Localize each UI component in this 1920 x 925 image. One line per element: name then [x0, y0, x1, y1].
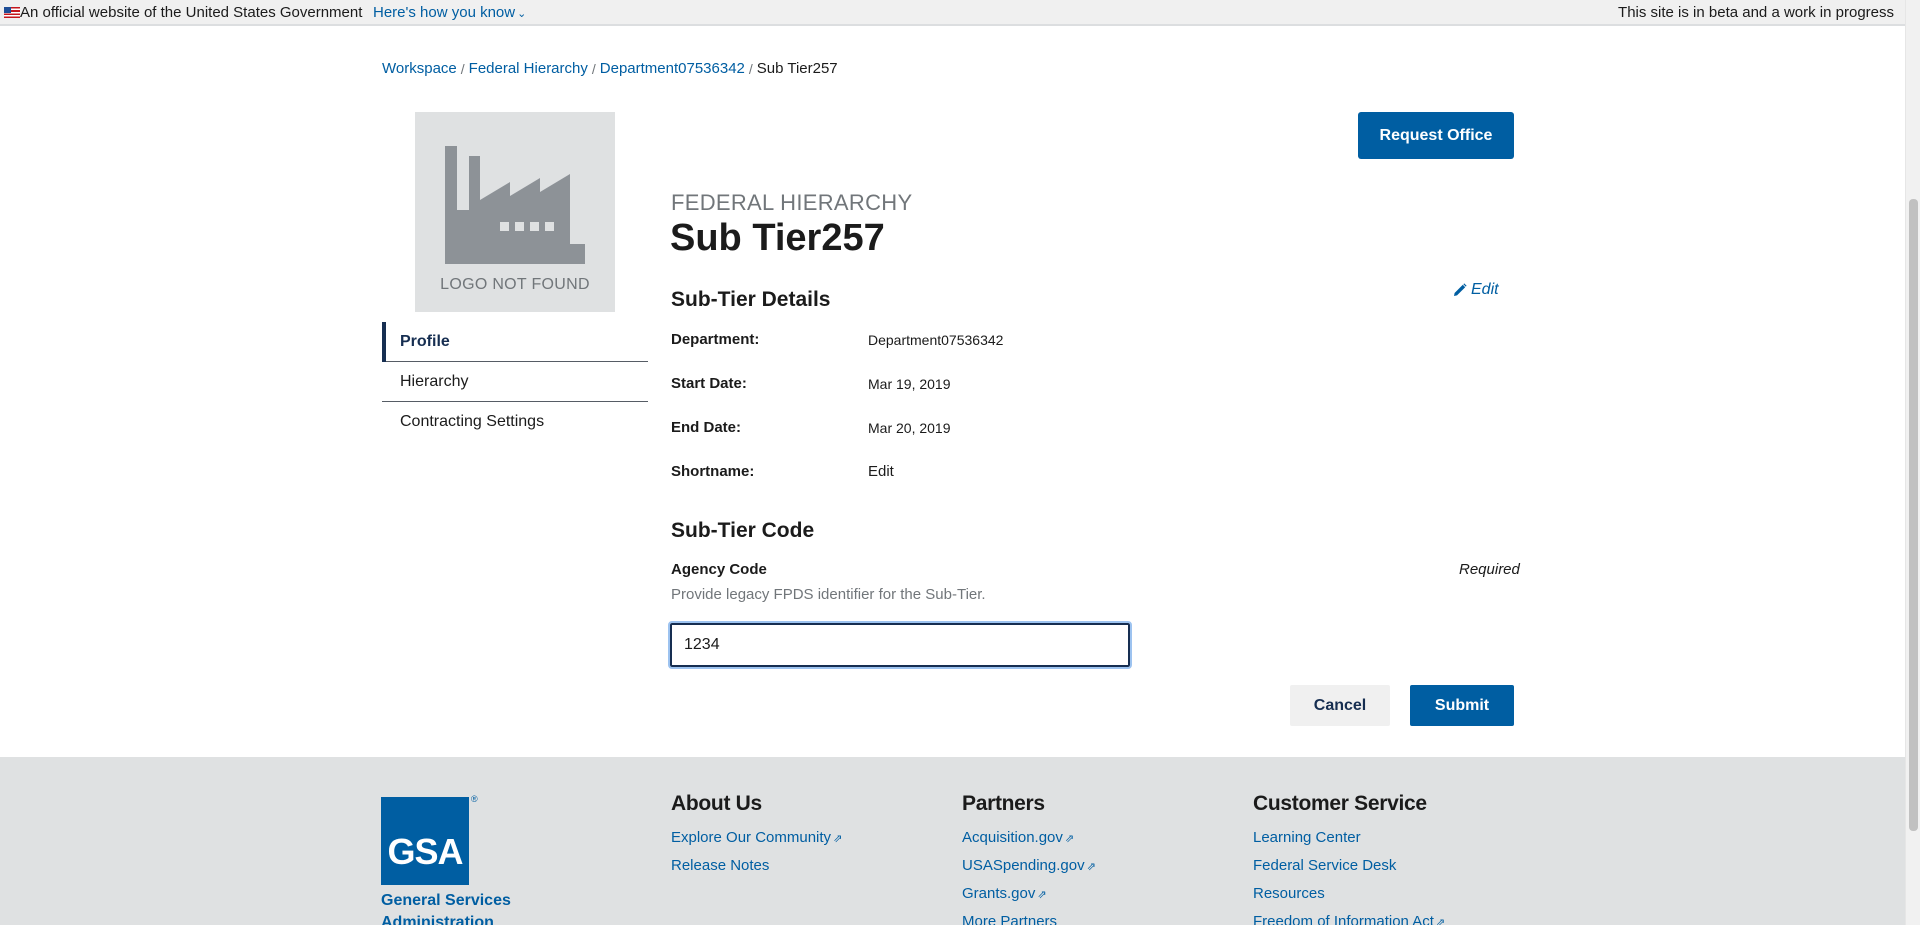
breadcrumb-current: Sub Tier257 — [756, 60, 838, 77]
chevron-down-icon: ⌄ — [517, 8, 527, 20]
edit-details-link[interactable]: Edit — [1453, 281, 1499, 299]
footer-link-label: Grants.gov — [962, 885, 1036, 902]
request-office-button[interactable]: Request Office — [1358, 112, 1514, 159]
footer-link-label: Resources — [1253, 885, 1325, 902]
footer-heading-customer-service: Customer Service — [1253, 792, 1427, 815]
footer-link-label: Learning Center — [1253, 829, 1361, 846]
page-eyebrow: FEDERAL HIERARCHY — [671, 190, 913, 215]
breadcrumb-workspace[interactable]: Workspace — [382, 60, 457, 77]
scrollbar-thumb[interactable] — [1909, 199, 1918, 831]
edit-label: Edit — [1471, 281, 1499, 298]
cancel-button[interactable]: Cancel — [1290, 685, 1390, 726]
external-link-icon: ⇗ — [1037, 889, 1047, 901]
logo-not-found-text: LOGO NOT FOUND — [440, 276, 590, 293]
footer-link-label: Freedom of Information Act — [1253, 913, 1434, 925]
footer-link-learning-center[interactable]: Learning Center — [1253, 828, 1445, 856]
side-navigation: Profile Hierarchy Contracting Settings — [382, 322, 648, 442]
official-site-text: An official website of the United States… — [20, 4, 363, 21]
footer-link-resources[interactable]: Resources — [1253, 884, 1445, 912]
external-link-icon: ⇗ — [833, 833, 843, 845]
pencil-icon — [1454, 283, 1467, 296]
required-indicator: Required — [1459, 561, 1520, 578]
footer-column-partners: Partners Acquisition.gov ⇗ USASpending.go… — [962, 792, 1096, 925]
logo-placeholder: LOGO NOT FOUND — [415, 112, 615, 312]
footer-link-foia[interactable]: Freedom of Information Act ⇗ — [1253, 912, 1445, 925]
sidenav-item-contracting-settings[interactable]: Contracting Settings — [382, 402, 648, 442]
beta-notice: This site is in beta and a work in progr… — [1618, 4, 1894, 21]
breadcrumb-federal-hierarchy[interactable]: Federal Hierarchy — [469, 60, 588, 77]
gsa-logo-text: GSA — [387, 831, 463, 872]
department-label: Department: — [671, 331, 760, 348]
footer-link-label: Release Notes — [671, 857, 770, 874]
footer-column-about: About Us Explore Our Community ⇗ Release … — [671, 792, 842, 884]
submit-button[interactable]: Submit — [1410, 685, 1514, 726]
footer-heading-about: About Us — [671, 792, 762, 815]
footer-link-explore-community[interactable]: Explore Our Community ⇗ — [671, 828, 842, 856]
how-you-know-label: Here's how you know — [373, 4, 516, 21]
footer-link-label: Federal Service Desk — [1253, 857, 1397, 874]
footer-link-label: Acquisition.gov — [962, 829, 1063, 846]
breadcrumb-separator: / — [748, 60, 753, 77]
breadcrumb: Workspace / Federal Hierarchy / Departme… — [382, 60, 838, 77]
gov-banner: An official website of the United States… — [0, 0, 1905, 26]
footer-link-more-partners[interactable]: More Partners — [962, 912, 1096, 925]
shortname-label: Shortname: — [671, 463, 755, 480]
how-you-know-link[interactable]: Here's how you know ⌄ — [373, 0, 526, 27]
footer-link-acquisition[interactable]: Acquisition.gov ⇗ — [962, 828, 1096, 856]
breadcrumb-department[interactable]: Department07536342 — [600, 60, 745, 77]
agency-code-label: Agency Code — [671, 561, 767, 578]
external-link-icon: ⇗ — [1064, 833, 1075, 845]
footer-link-label: Explore Our Community — [671, 829, 832, 846]
start-date-label: Start Date: — [671, 375, 747, 392]
end-date-value: Mar 20, 2019 — [868, 420, 951, 436]
footer-link-usaspending[interactable]: USASpending.gov ⇗ — [962, 856, 1096, 884]
subtier-code-heading: Sub-Tier Code — [671, 519, 815, 542]
site-footer — [0, 757, 1905, 925]
agency-code-hint: Provide legacy FPDS identifier for the S… — [671, 586, 986, 603]
end-date-label: End Date: — [671, 419, 742, 436]
department-value: Department07536342 — [868, 332, 1004, 348]
gsa-name[interactable]: General Services Administration — [381, 890, 531, 925]
external-link-icon: ⇗ — [1435, 917, 1446, 925]
us-flag-icon — [4, 7, 20, 18]
start-date-value: Mar 19, 2019 — [868, 376, 951, 392]
footer-link-federal-service-desk[interactable]: Federal Service Desk — [1253, 856, 1445, 884]
external-link-icon: ⇗ — [1086, 861, 1096, 873]
footer-column-customer-service: Customer Service Learning Center Federal… — [1253, 792, 1445, 925]
breadcrumb-separator: / — [591, 60, 596, 77]
agency-code-input[interactable] — [668, 621, 1132, 669]
shortname-edit-link[interactable]: Edit — [868, 463, 894, 480]
subtier-details-heading: Sub-Tier Details — [671, 288, 831, 311]
breadcrumb-separator: / — [460, 60, 465, 77]
footer-link-label: USASpending.gov — [962, 857, 1085, 874]
page-title: Sub Tier257 — [670, 217, 885, 259]
footer-link-release-notes[interactable]: Release Notes — [671, 856, 842, 884]
page-scrollbar[interactable] — [1905, 0, 1920, 925]
sidenav-item-hierarchy[interactable]: Hierarchy — [382, 362, 648, 402]
factory-icon — [445, 146, 585, 264]
registered-mark: ® — [471, 794, 478, 804]
footer-heading-partners: Partners — [962, 792, 1045, 815]
gsa-logo[interactable]: GSA — [381, 797, 469, 885]
footer-link-grants[interactable]: Grants.gov ⇗ — [962, 884, 1096, 912]
footer-link-label: More Partners — [962, 913, 1058, 925]
sidenav-item-profile[interactable]: Profile — [382, 322, 648, 362]
